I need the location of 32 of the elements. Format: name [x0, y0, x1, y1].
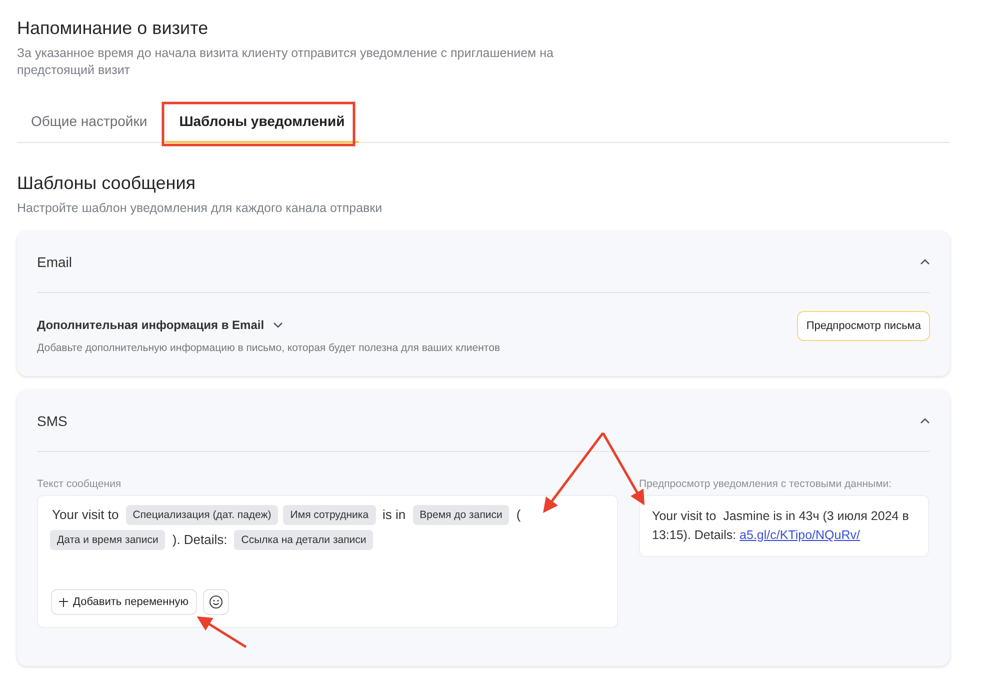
channel-name: Email: [37, 254, 72, 270]
channel-name: SMS: [37, 412, 68, 428]
variable-chip[interactable]: Имя сотрудника: [283, 505, 376, 525]
field-label: Предпросмотр уведомления с тестовыми данными:: [639, 478, 893, 490]
preview-button[interactable]: Предпросмотр письма: [797, 311, 930, 341]
template-text: (: [516, 506, 521, 524]
page-title: Напоминание о визите: [17, 18, 210, 39]
expand-icon[interactable]: [273, 322, 284, 328]
template-text: ). Details:: [172, 531, 228, 549]
collapse-icon[interactable]: [920, 418, 930, 424]
template-text: is in: [382, 506, 406, 524]
variable-chip[interactable]: Специализация (дат. падеж): [126, 505, 278, 525]
variable-chip[interactable]: Дата и время записи: [50, 530, 166, 550]
preview-text: Your visit to Jasmine is in 43ч (3 июля 2024 в 13:15). Details: a5.gl/c/KTipo/NQuRv/: [639, 495, 929, 557]
smiley-icon: [208, 595, 223, 609]
extra-description: Добавьте дополнительную информацию в письмо, которая будет полезна для ваших клиентов: [37, 342, 500, 354]
tab[interactable]: Общие настройки: [19, 99, 160, 143]
message-editor[interactable]: Your visit to Специализация (дат. падеж) Имя сотрудника is in Время до записи ( Дата и время записи ). Details: Ссылка на детали записи Добавить переменную: [37, 495, 618, 628]
section-description: Настройте шаблон уведомления для каждого канала отправки: [17, 200, 384, 217]
variable-chip[interactable]: Время до записи: [412, 505, 510, 525]
variable-chip[interactable]: Ссылка на детали записи: [234, 530, 374, 550]
page-description: За указанное время до начала визита клиенту отправится уведомление с приглашением на предстоящий визит: [17, 45, 554, 79]
section-title: Шаблоны сообщения: [17, 173, 196, 194]
add-variable-button[interactable]: Добавить переменную: [51, 589, 197, 615]
extra-title: Дополнительная информация в Email: [37, 318, 264, 332]
template-text: Your visit to: [52, 506, 119, 524]
collapse-icon[interactable]: [920, 258, 930, 264]
tab[interactable]: Шаблоны уведомлений: [165, 99, 359, 143]
field-label: Текст сообщения: [37, 478, 122, 490]
emoji-button[interactable]: [202, 589, 229, 615]
arrow-annotation: [196, 616, 247, 648]
preview-link[interactable]: a5.gl/c/KTipo/NQuRv/: [740, 528, 860, 542]
